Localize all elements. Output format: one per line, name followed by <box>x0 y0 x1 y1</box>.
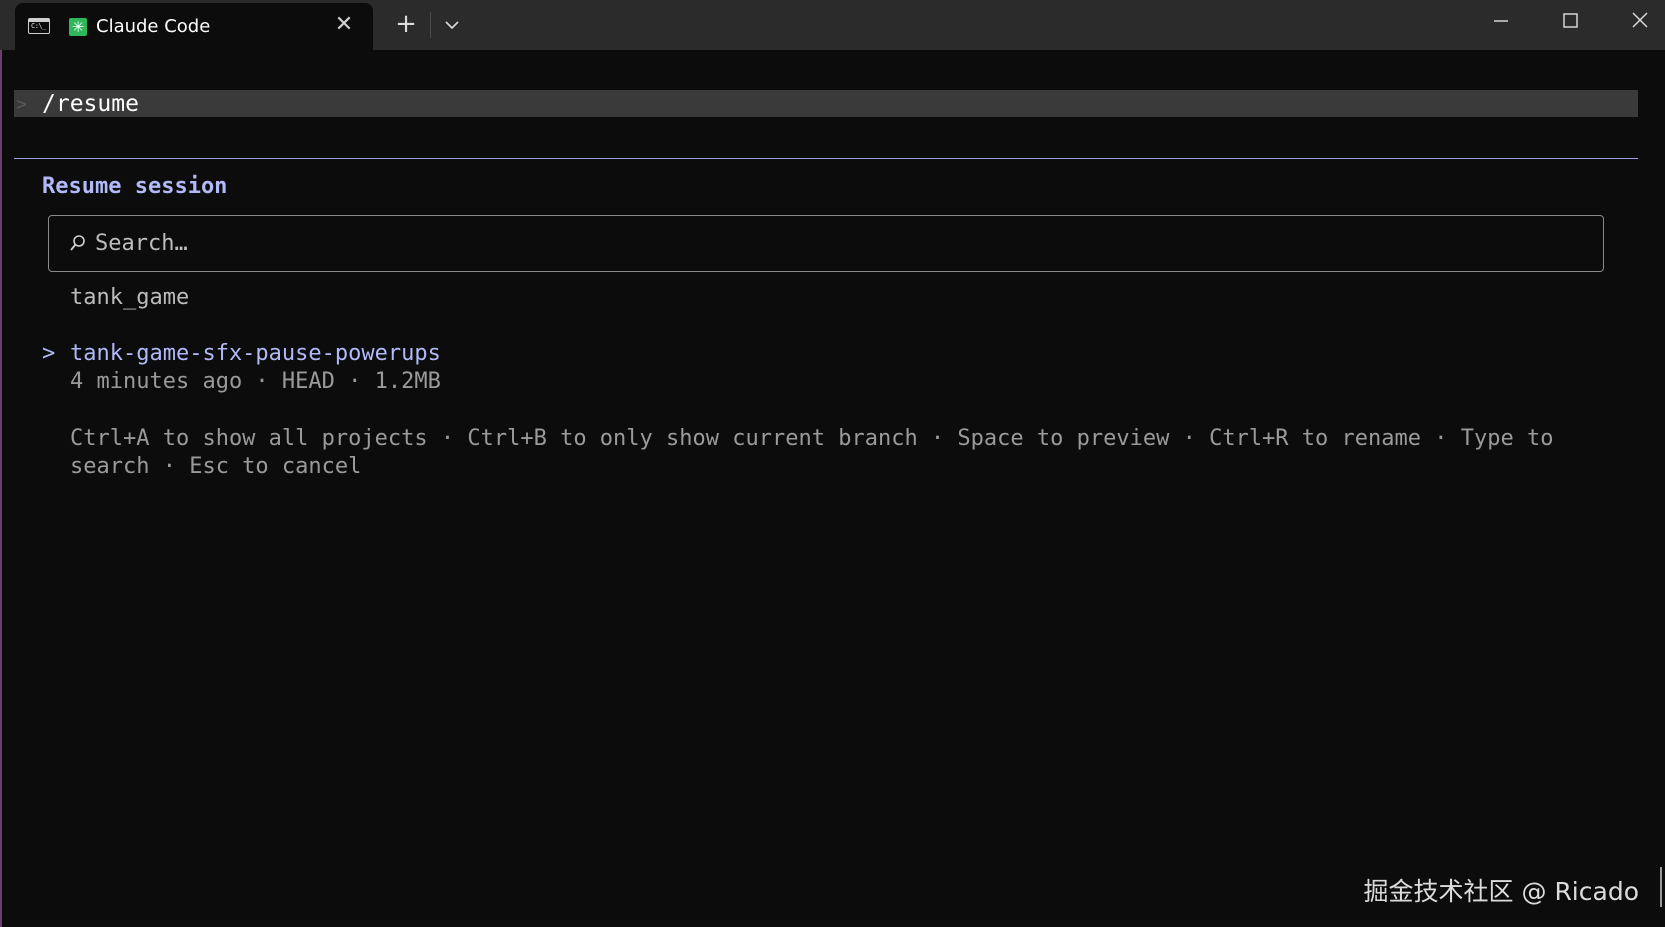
maximize-button[interactable] <box>1550 6 1590 36</box>
close-icon <box>1632 12 1648 28</box>
title-bar: C:\_ ✳ Claude Code ✕ + <box>0 0 1665 50</box>
claude-asterisk-icon: ✳ <box>69 18 87 36</box>
keyboard-help: Ctrl+A to show all projects · Ctrl+B to … <box>70 426 1567 479</box>
window-close-button[interactable] <box>1620 6 1660 36</box>
chevron-down-icon <box>445 21 459 30</box>
session-item-meta: 4 minutes ago · HEAD · 1.2MB <box>70 369 441 394</box>
scrollbar-thumb[interactable] <box>1660 867 1662 907</box>
new-tab-button[interactable]: + <box>392 8 420 40</box>
maximize-icon <box>1563 13 1578 28</box>
prompt-caret: > <box>16 94 27 115</box>
panel-divider <box>14 158 1638 159</box>
tab-dropdown-button[interactable] <box>440 10 464 40</box>
prompt-command: /resume <box>42 91 139 117</box>
watermark: 掘金技术社区 @ Ricado <box>1363 877 1639 906</box>
minimize-icon <box>1494 20 1508 22</box>
session-item-name[interactable]: tank-game-sfx-pause-powerups <box>70 341 441 366</box>
minimize-button[interactable] <box>1481 6 1521 36</box>
project-label: tank_game <box>70 285 190 310</box>
panel-title: Resume session <box>42 174 228 199</box>
search-icon <box>70 235 85 251</box>
titlebar-divider <box>430 12 431 38</box>
prompt-line <box>14 90 1638 117</box>
tab-close-button[interactable]: ✕ <box>333 12 355 38</box>
tab-title: Claude Code <box>96 16 211 37</box>
search-input[interactable] <box>95 226 1575 260</box>
window-frame-edge <box>0 0 2 927</box>
selection-cursor: > <box>42 341 56 366</box>
search-box[interactable] <box>48 215 1604 272</box>
tab-claude-code[interactable]: C:\_ ✳ Claude Code ✕ <box>15 3 373 50</box>
terminal-icon: C:\_ <box>28 18 50 34</box>
